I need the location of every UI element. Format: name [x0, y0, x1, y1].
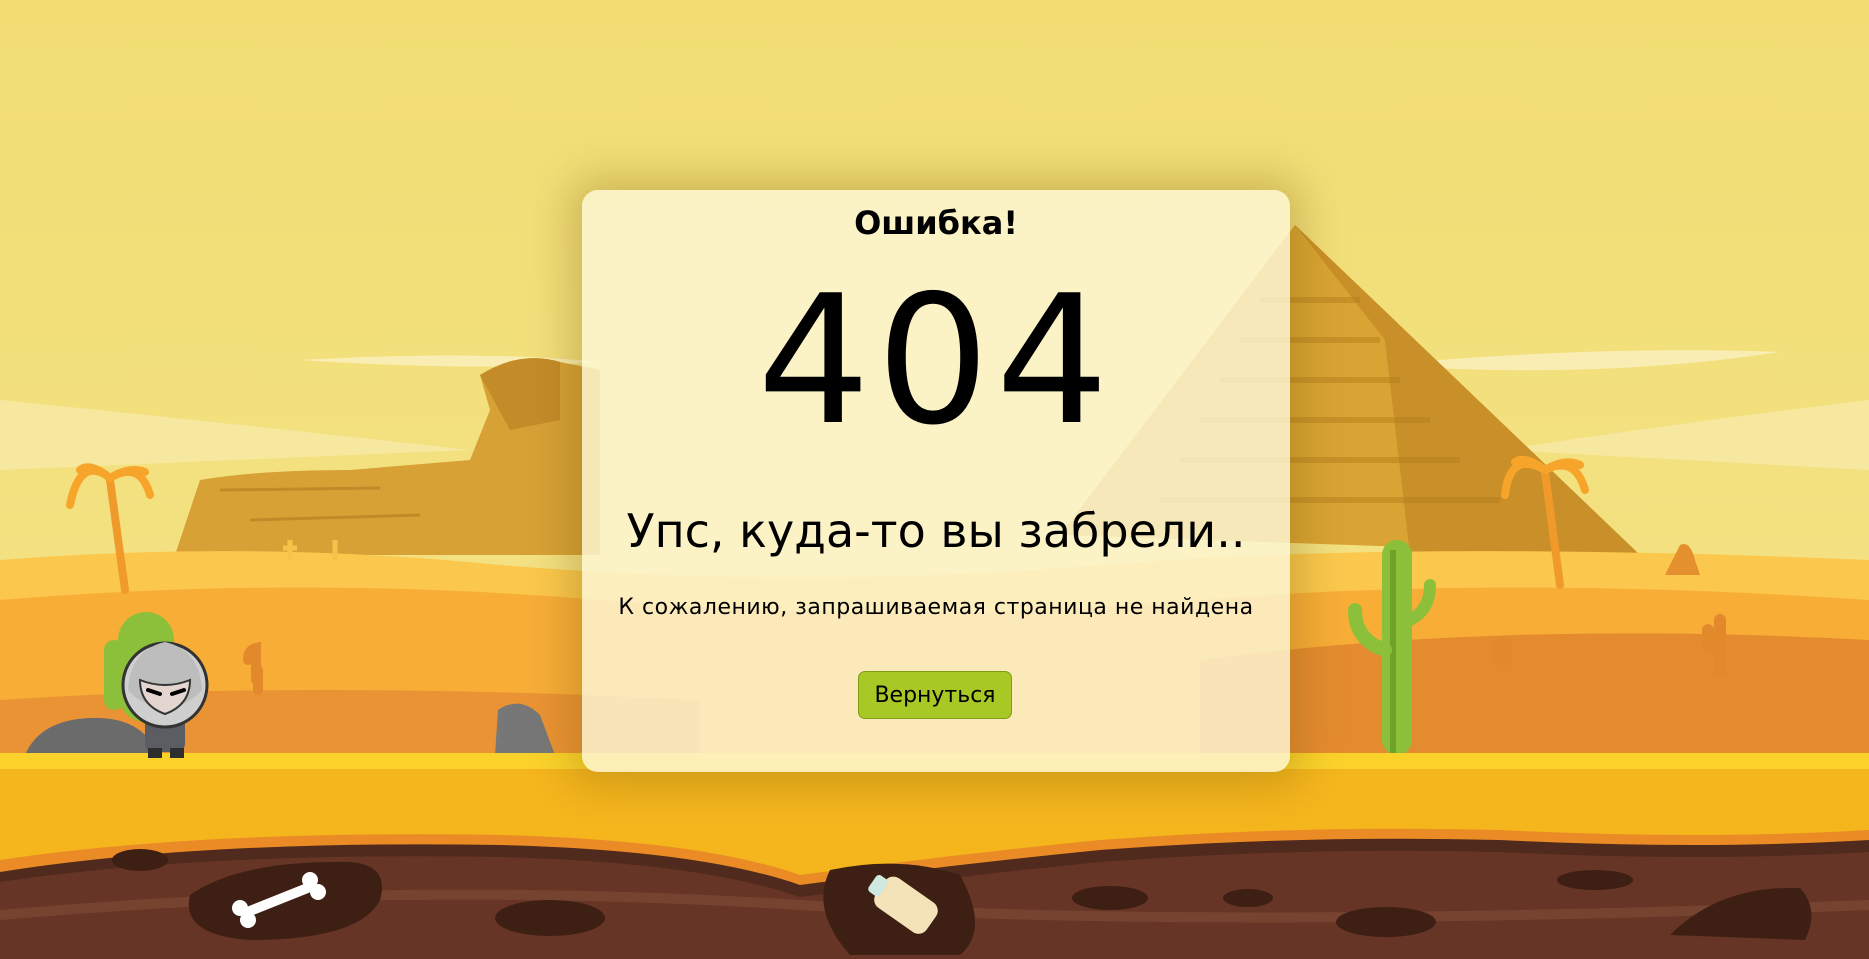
error-card: Ошибка! 404 Упс, куда-то вы забрели.. К …: [582, 190, 1290, 772]
back-button[interactable]: Вернуться: [858, 671, 1012, 719]
error-code: 404: [757, 257, 1115, 464]
error-heading: Упс, куда-то вы забрели..: [626, 504, 1246, 558]
error-message: К сожалению, запрашиваемая страница не н…: [618, 595, 1254, 620]
error-title: Ошибка!: [854, 204, 1018, 242]
